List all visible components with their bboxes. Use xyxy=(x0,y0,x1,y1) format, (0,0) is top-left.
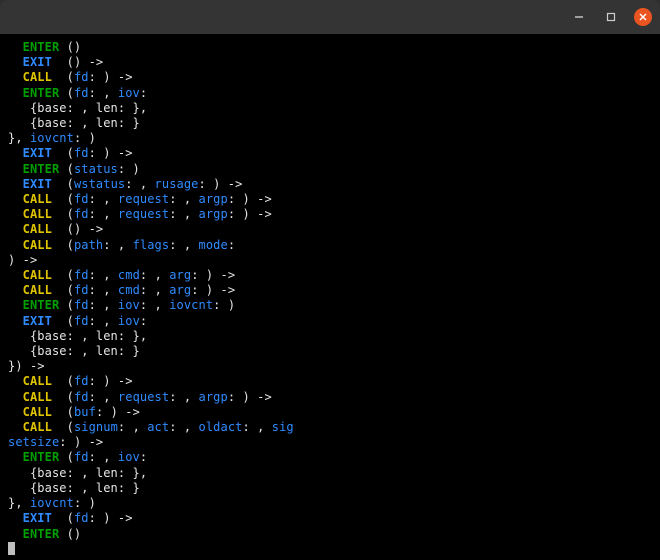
log-line: {base: , len: } xyxy=(8,344,140,358)
log-line: ENTER () xyxy=(8,527,81,541)
log-line: CALL (fd: ) -> xyxy=(8,374,140,388)
log-line: CALL (fd: ) -> xyxy=(8,70,140,84)
log-line: EXIT () -> xyxy=(8,55,111,69)
log-line: {base: , len: } xyxy=(8,481,140,495)
maximize-icon xyxy=(606,12,616,22)
log-line: {base: , len: }, xyxy=(8,101,147,115)
log-line: CALL (fd: , request: , argp: ) -> xyxy=(8,390,279,404)
log-line: EXIT (fd: , iov: xyxy=(8,314,155,328)
log-line: CALL (fd: , cmd: , arg: ) -> xyxy=(8,283,242,297)
log-line: ENTER (fd: , iov: , iovcnt: ) xyxy=(8,298,235,312)
log-line: }, iovcnt: ) xyxy=(8,131,96,145)
terminal-body[interactable]: ENTER () EXIT () -> CALL (fd: ) -> ENTER… xyxy=(0,34,660,560)
log-line: EXIT (fd: ) -> xyxy=(8,511,140,525)
minimize-icon xyxy=(574,12,584,22)
log-line: ENTER (fd: , iov: xyxy=(8,450,155,464)
log-line: CALL (buf: ) -> xyxy=(8,405,147,419)
log-line: EXIT (fd: ) -> xyxy=(8,146,140,160)
terminal-window: ENTER () EXIT () -> CALL (fd: ) -> ENTER… xyxy=(0,0,660,560)
log-line: CALL (fd: , request: , argp: ) -> xyxy=(8,192,279,206)
window-controls xyxy=(570,8,652,26)
log-line: CALL (fd: , cmd: , arg: ) -> xyxy=(8,268,242,282)
close-button[interactable] xyxy=(634,8,652,26)
close-icon xyxy=(638,12,648,22)
log-line: EXIT (wstatus: , rusage: ) -> xyxy=(8,177,250,191)
maximize-button[interactable] xyxy=(602,8,620,26)
log-line: setsize: ) -> xyxy=(8,435,111,449)
log-line: CALL (path: , flags: , mode: xyxy=(8,238,242,252)
cursor xyxy=(8,542,15,555)
log-line: ENTER (fd: , iov: xyxy=(8,86,155,100)
log-line: {base: , len: }, xyxy=(8,466,147,480)
log-line: {base: , len: } xyxy=(8,116,140,130)
log-line: CALL (fd: , request: , argp: ) -> xyxy=(8,207,279,221)
log-line: }) -> xyxy=(8,359,52,373)
titlebar[interactable] xyxy=(0,0,660,34)
log-line: CALL (signum: , act: , oldact: , sig xyxy=(8,420,294,434)
log-line: {base: , len: }, xyxy=(8,329,147,343)
log-line: }, iovcnt: ) xyxy=(8,496,96,510)
log-line: CALL () -> xyxy=(8,222,111,236)
log-line: ENTER (status: ) xyxy=(8,162,140,176)
log-line: ENTER () xyxy=(8,40,81,54)
log-line: ) -> xyxy=(8,253,45,267)
minimize-button[interactable] xyxy=(570,8,588,26)
